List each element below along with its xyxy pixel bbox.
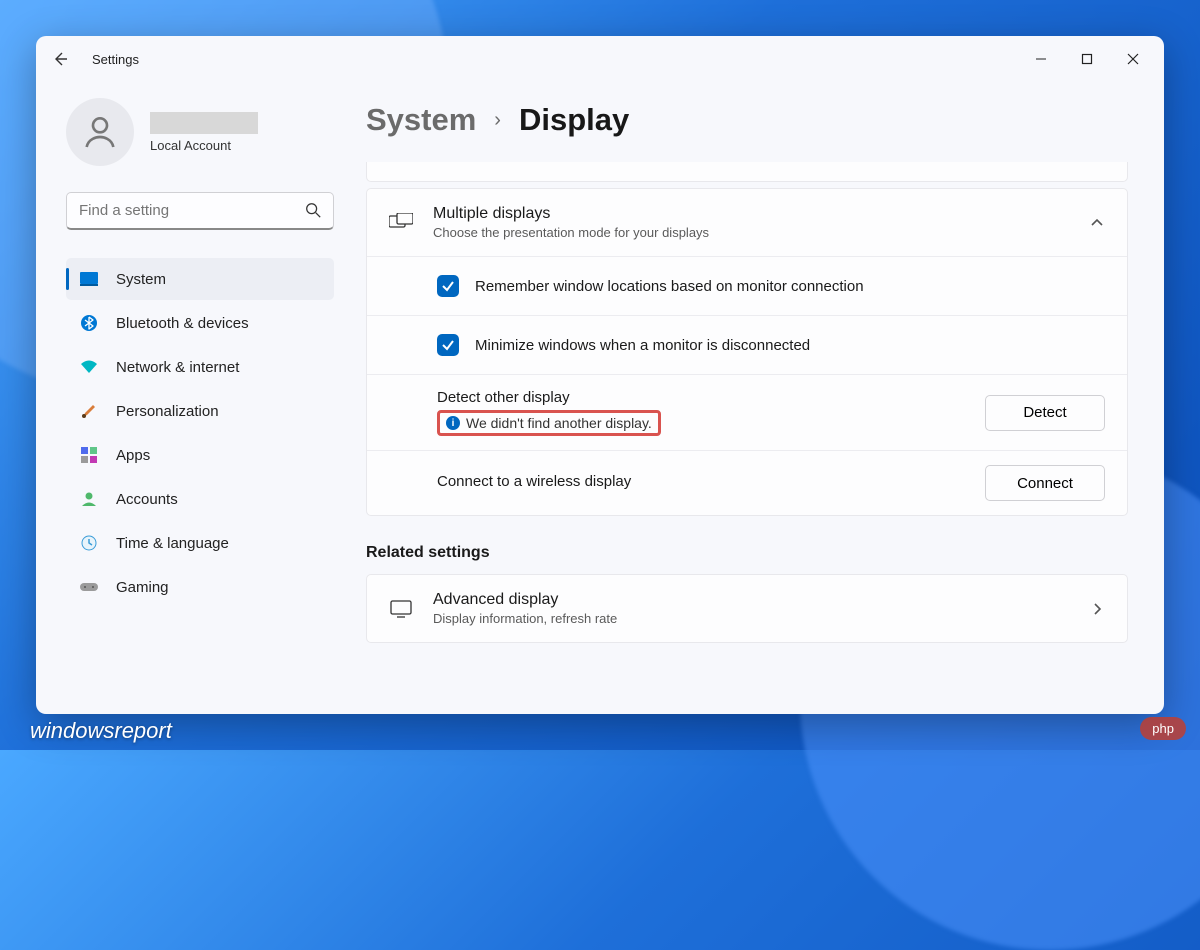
minimize-checkbox[interactable] — [437, 334, 459, 356]
prev-card-bottom — [366, 162, 1128, 182]
watermark-left: windowsreport — [30, 718, 172, 744]
maximize-button[interactable] — [1064, 42, 1110, 76]
brush-icon — [80, 402, 98, 420]
accounts-icon — [80, 490, 98, 508]
search-input[interactable] — [66, 192, 334, 230]
gamepad-icon — [80, 578, 98, 596]
app-title: Settings — [92, 52, 139, 67]
nav-item-system[interactable]: System — [66, 258, 334, 300]
card-subtitle: Choose the presentation mode for your di… — [433, 225, 1069, 240]
system-icon — [80, 270, 98, 288]
nav-label: Network & internet — [116, 359, 239, 376]
breadcrumb-parent[interactable]: System — [366, 102, 476, 138]
person-icon — [80, 112, 120, 152]
check-icon — [441, 279, 455, 293]
card-title: Multiple displays — [433, 205, 1069, 223]
search-icon — [304, 201, 322, 219]
minimize-row[interactable]: Minimize windows when a monitor is disco… — [367, 315, 1127, 374]
nav-label: System — [116, 271, 166, 288]
nav-item-gaming[interactable]: Gaming — [66, 566, 334, 608]
wifi-icon — [80, 358, 98, 376]
account-type: Local Account — [150, 138, 258, 153]
back-button[interactable] — [50, 49, 70, 69]
chevron-right-icon — [1089, 601, 1105, 617]
nav-label: Bluetooth & devices — [116, 315, 249, 332]
advanced-sub: Display information, refresh rate — [433, 611, 1069, 626]
nav-item-apps[interactable]: Apps — [66, 434, 334, 476]
advanced-title: Advanced display — [433, 591, 1069, 609]
nav-item-personalization[interactable]: Personalization — [66, 390, 334, 432]
main-content: System › Display Multiple displays Choos… — [366, 82, 1164, 714]
search-wrap — [66, 192, 334, 230]
nav-label: Personalization — [116, 403, 219, 420]
nav-label: Gaming — [116, 579, 169, 596]
remember-checkbox[interactable] — [437, 275, 459, 297]
apps-icon — [80, 446, 98, 464]
detect-message: We didn't find another display. — [466, 415, 652, 431]
remember-row[interactable]: Remember window locations based on monit… — [367, 256, 1127, 315]
chevron-up-icon — [1089, 215, 1105, 231]
chevron-right-icon: › — [494, 109, 501, 132]
displays-icon — [389, 211, 413, 235]
clock-icon — [80, 534, 98, 552]
connect-button[interactable]: Connect — [985, 465, 1105, 501]
titlebar: Settings — [36, 36, 1164, 82]
username-redacted — [150, 112, 258, 134]
remember-label: Remember window locations based on monit… — [475, 278, 1105, 295]
detect-button[interactable]: Detect — [985, 395, 1105, 431]
sidebar: Local Account System Bluetooth & devices — [36, 82, 366, 714]
minimize-icon — [1035, 53, 1047, 65]
multiple-displays-card: Multiple displays Choose the presentatio… — [366, 188, 1128, 516]
close-icon — [1127, 53, 1139, 65]
check-icon — [441, 338, 455, 352]
nav-label: Accounts — [116, 491, 178, 508]
maximize-icon — [1081, 53, 1093, 65]
detect-message-highlight: i We didn't find another display. — [437, 410, 661, 436]
minimize-button[interactable] — [1018, 42, 1064, 76]
minimize-label: Minimize windows when a monitor is disco… — [475, 337, 1105, 354]
breadcrumb: System › Display — [366, 102, 1128, 138]
bluetooth-icon — [80, 314, 98, 332]
watermark-right: php — [1140, 717, 1186, 740]
nav-item-accounts[interactable]: Accounts — [66, 478, 334, 520]
advanced-display-card[interactable]: Advanced display Display information, re… — [366, 574, 1128, 643]
connect-title: Connect to a wireless display — [437, 473, 985, 490]
nav-item-bluetooth[interactable]: Bluetooth & devices — [66, 302, 334, 344]
nav-label: Apps — [116, 447, 150, 464]
nav-list: System Bluetooth & devices Network & int… — [66, 258, 334, 608]
detect-title: Detect other display — [437, 389, 985, 406]
multiple-displays-header[interactable]: Multiple displays Choose the presentatio… — [367, 189, 1127, 256]
nav-item-network[interactable]: Network & internet — [66, 346, 334, 388]
detect-row: Detect other display i We didn't find an… — [367, 374, 1127, 450]
profile-block[interactable]: Local Account — [66, 88, 366, 166]
connect-row: Connect to a wireless display Connect — [367, 450, 1127, 515]
related-heading: Related settings — [366, 544, 1128, 562]
nav-item-time[interactable]: Time & language — [66, 522, 334, 564]
close-button[interactable] — [1110, 42, 1156, 76]
arrow-left-icon — [52, 51, 68, 67]
nav-label: Time & language — [116, 535, 229, 552]
info-icon: i — [446, 416, 460, 430]
breadcrumb-current: Display — [519, 102, 629, 138]
settings-window: Settings Local Account — [36, 36, 1164, 714]
avatar — [66, 98, 134, 166]
monitor-icon — [389, 597, 413, 621]
